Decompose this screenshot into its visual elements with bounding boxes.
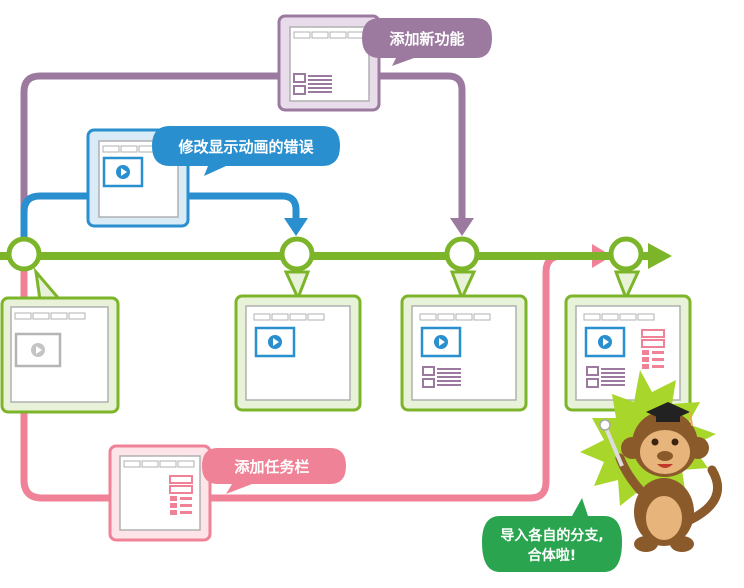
commit-node-start bbox=[6, 236, 42, 272]
commit-node-merge bbox=[608, 236, 644, 272]
fix-branch-arrow bbox=[284, 218, 308, 236]
fix-callout-text: 修改显示动画的错误 bbox=[177, 138, 314, 156]
feature-callout: 添加新功能 bbox=[362, 18, 492, 66]
taskbar-window bbox=[108, 444, 212, 542]
taskbar-callout-text: 添加任务栏 bbox=[234, 458, 309, 476]
merge-callout: 导入各自的分支, 合体啦! bbox=[482, 498, 622, 572]
taskbar-callout: 添加任务栏 bbox=[202, 448, 346, 494]
feature-branch-arrow bbox=[450, 218, 474, 236]
git-branch-diagram: 添加新功能 修改显示动画的错误 添加任务栏 导入各自的分支, 合体啦! bbox=[0, 14, 723, 572]
play-icon bbox=[584, 326, 626, 358]
merge-callout-line1: 导入各自的分支, bbox=[500, 527, 603, 544]
commit-node-feature bbox=[444, 236, 480, 272]
snapshot-feature bbox=[400, 270, 528, 412]
feature-callout-text: 添加新功能 bbox=[389, 30, 464, 48]
play-icon bbox=[420, 326, 462, 358]
snapshot-start bbox=[0, 267, 120, 414]
play-icon bbox=[254, 326, 296, 358]
main-branch-arrow bbox=[648, 243, 672, 269]
snapshot-fix bbox=[234, 270, 362, 412]
commit-node-fix bbox=[279, 236, 315, 272]
merge-callout-line2: 合体啦! bbox=[528, 547, 576, 564]
play-icon bbox=[102, 156, 144, 188]
